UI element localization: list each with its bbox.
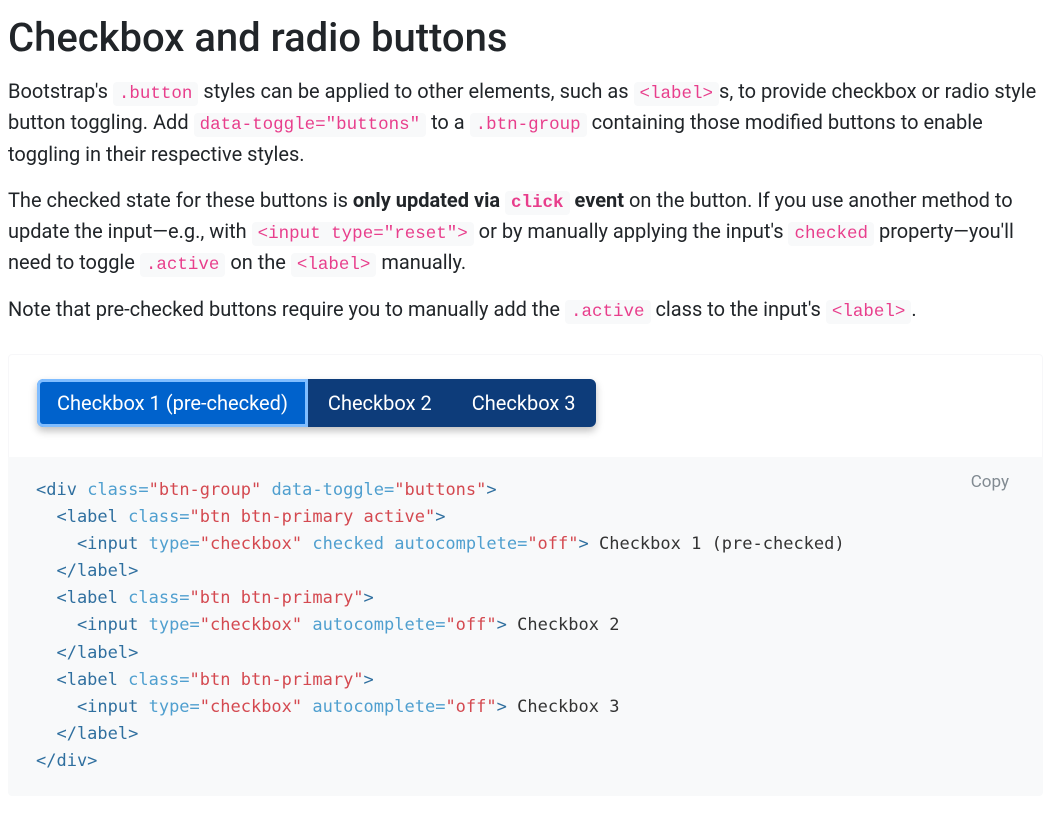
text: event (570, 188, 624, 212)
tag: <div (36, 480, 87, 500)
string: "btn btn-primary active" (190, 507, 436, 527)
string: "off" (445, 697, 496, 717)
code-btn-group: .btn-group (470, 113, 587, 137)
string: "btn btn-primary" (190, 670, 364, 690)
attr: class= (128, 670, 189, 690)
attr: data-toggle= (261, 480, 394, 500)
string: "checkbox" (200, 534, 302, 554)
attr: type= (149, 697, 200, 717)
text: Checkbox 2 (507, 615, 620, 635)
tag: <label (36, 670, 128, 690)
text: Note that pre-checked buttons require yo… (8, 297, 565, 321)
string: "btn-group" (149, 480, 262, 500)
tag: > (579, 534, 589, 554)
code-example: Copy <div class="btn-group" data-toggle=… (8, 457, 1043, 796)
tag: > (364, 670, 374, 690)
checkbox-3-button[interactable]: Checkbox 3 (452, 379, 596, 427)
text: Checkbox 1 (pre-checked) (589, 534, 845, 554)
tag: <label (36, 507, 128, 527)
text: . (911, 297, 916, 321)
code-data-toggle: data-toggle="buttons" (194, 113, 427, 137)
string: "off" (445, 615, 496, 635)
tag: <label (36, 588, 128, 608)
code-label: <label> (291, 253, 377, 277)
text: to a (426, 110, 470, 134)
string: "checkbox" (200, 697, 302, 717)
code-click: click (505, 191, 570, 215)
code-label: <label> (826, 300, 912, 324)
string: "off" (527, 534, 578, 554)
string: "checkbox" (200, 615, 302, 635)
checkbox-button-group: Checkbox 1 (pre-checked) Checkbox 2 Chec… (37, 379, 596, 427)
code-label: <label> (634, 82, 720, 106)
attr: type= (149, 534, 200, 554)
section-heading: Checkbox and radio buttons (8, 8, 1043, 68)
tag: > (497, 697, 507, 717)
string: "btn btn-primary" (190, 588, 364, 608)
copy-button[interactable]: Copy (965, 471, 1015, 493)
tag: > (364, 588, 374, 608)
code-checked: checked (788, 222, 874, 246)
text: The checked state for these buttons is (8, 188, 353, 212)
tag: > (486, 480, 496, 500)
text: manually. (376, 250, 466, 274)
checkbox-2-button[interactable]: Checkbox 2 (308, 379, 452, 427)
attr: class= (128, 588, 189, 608)
tag: > (497, 615, 507, 635)
tag: </label> (36, 724, 138, 744)
bold-text: only updated via click event (353, 188, 624, 212)
text: class to the input's (651, 297, 826, 321)
text: on the (225, 250, 291, 274)
attr: autocomplete= (302, 697, 445, 717)
attr: autocomplete= (302, 615, 445, 635)
tag: <input (36, 615, 149, 635)
attr: checked autocomplete= (302, 534, 527, 554)
tag: </label> (36, 643, 138, 663)
code-active: .active (565, 300, 651, 324)
tag: > (435, 507, 445, 527)
example-container: Checkbox 1 (pre-checked) Checkbox 2 Chec… (8, 354, 1043, 457)
checkbox-1-button[interactable]: Checkbox 1 (pre-checked) (37, 379, 308, 427)
tag: </div> (36, 751, 97, 771)
text: only updated via (353, 188, 505, 212)
code-button: .button (113, 82, 199, 106)
text: or by manually applying the input's (474, 219, 789, 243)
attr: class= (87, 480, 148, 500)
intro-paragraph-1: Bootstrap's .button styles can be applie… (8, 76, 1043, 169)
intro-paragraph-3: Note that pre-checked buttons require yo… (8, 294, 1043, 325)
text: Checkbox 3 (507, 697, 620, 717)
string: "buttons" (394, 480, 486, 500)
tag: <input (36, 534, 149, 554)
code-active: .active (140, 253, 226, 277)
text: Bootstrap's (8, 79, 113, 103)
tag: <input (36, 697, 149, 717)
attr: class= (128, 507, 189, 527)
intro-paragraph-2: The checked state for these buttons is o… (8, 185, 1043, 279)
text: styles can be applied to other elements,… (198, 79, 633, 103)
code-input-reset: <input type="reset"> (252, 222, 474, 246)
attr: type= (149, 615, 200, 635)
tag: </label> (36, 561, 138, 581)
code-pre: <div class="btn-group" data-toggle="butt… (36, 477, 1015, 776)
